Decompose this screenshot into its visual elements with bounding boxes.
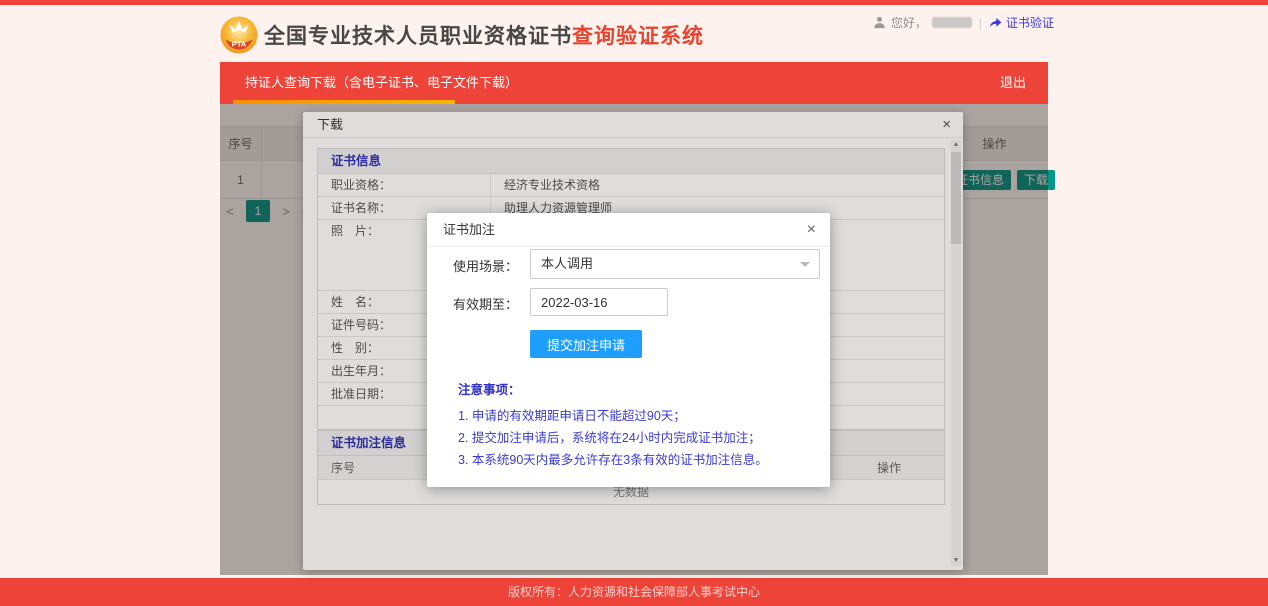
verify-link-label: 证书验证 bbox=[1006, 14, 1054, 31]
annotation-modal: 证书加注 × 使用场景： 本人调用 有效期至： 提交加注申请 注意事项： 1. … bbox=[427, 213, 830, 487]
nav-item-holder-download[interactable]: 持证人查询下载（含电子证书、电子文件下载） bbox=[245, 62, 518, 104]
share-arrow-icon bbox=[989, 16, 1002, 29]
site-header: PTA 全国专业技术人员职业资格证书查询验证系统 您好， | 证书验证 bbox=[220, 5, 1048, 62]
download-modal-close-icon[interactable]: × bbox=[942, 112, 951, 137]
note-item-2: 2. 提交加注申请后，系统将在24小时内完成证书加注； bbox=[458, 427, 816, 449]
annotation-modal-titlebar: 证书加注 × bbox=[427, 213, 830, 247]
user-name-redacted bbox=[932, 17, 972, 28]
page-title: 全国专业技术人员职业资格证书查询验证系统 bbox=[264, 20, 704, 50]
user-bar: 您好， | 证书验证 bbox=[873, 14, 1054, 31]
expiry-date-input[interactable] bbox=[530, 288, 668, 316]
copyright-text: 版权所有：人力资源和社会保障部人事考试中心 bbox=[508, 585, 760, 599]
page-footer: 版权所有：人力资源和社会保障部人事考试中心 bbox=[0, 578, 1268, 606]
verify-certificate-link[interactable]: 证书验证 bbox=[989, 14, 1054, 31]
ann-col-index: 序号 bbox=[318, 459, 438, 476]
pta-logo-icon: PTA bbox=[220, 16, 258, 54]
scene-select[interactable]: 本人调用 bbox=[530, 249, 820, 279]
notes-block: 注意事项： 1. 申请的有效期距申请日不能超过90天； 2. 提交加注申请后，系… bbox=[458, 379, 816, 471]
userbar-divider: | bbox=[979, 16, 982, 30]
scrollbar-up-icon[interactable]: ▲ bbox=[951, 140, 961, 150]
info-value: 经济专业技术资格 bbox=[491, 174, 944, 196]
chevron-down-icon bbox=[800, 262, 810, 267]
cert-info-section-title: 证书信息 bbox=[318, 149, 944, 174]
submit-annotation-button[interactable]: 提交加注申请 bbox=[530, 330, 642, 358]
note-item-1: 1. 申请的有效期距申请日不能超过90天； bbox=[458, 405, 816, 427]
scrollbar-thumb[interactable] bbox=[951, 152, 961, 244]
scene-select-value: 本人调用 bbox=[541, 250, 593, 278]
scene-label: 使用场景： bbox=[427, 256, 518, 275]
modal-scrollbar: ▲ ▼ bbox=[951, 140, 961, 566]
user-icon bbox=[873, 16, 886, 29]
expiry-label: 有效期至： bbox=[427, 294, 518, 313]
page-root: PTA 全国专业技术人员职业资格证书查询验证系统 您好， | 证书验证 持证人查… bbox=[0, 0, 1268, 606]
info-label: 职业资格： bbox=[318, 174, 491, 196]
annotation-modal-title: 证书加注 bbox=[443, 213, 495, 247]
info-row-occupation: 职业资格： 经济专业技术资格 bbox=[318, 174, 944, 197]
logout-button[interactable]: 退出 bbox=[1000, 62, 1026, 104]
main-nav: 持证人查询下载（含电子证书、电子文件下载） 退出 bbox=[220, 62, 1048, 104]
notes-title: 注意事项： bbox=[458, 379, 816, 398]
logo-text: PTA bbox=[232, 40, 247, 49]
page-title-main: 全国专业技术人员职业资格证书 bbox=[264, 25, 572, 48]
ann-col-action: 操作 bbox=[859, 459, 919, 476]
greeting-text: 您好， bbox=[891, 14, 927, 31]
note-item-3: 3. 本系统90天内最多允许存在3条有效的证书加注信息。 bbox=[458, 449, 816, 471]
scrollbar-down-icon[interactable]: ▼ bbox=[951, 556, 961, 566]
annotation-modal-close-icon[interactable]: × bbox=[807, 213, 816, 246]
download-modal-titlebar: 下载 × bbox=[303, 112, 963, 138]
download-modal-title: 下载 bbox=[317, 112, 343, 138]
page-title-accent: 查询验证系统 bbox=[572, 25, 704, 48]
